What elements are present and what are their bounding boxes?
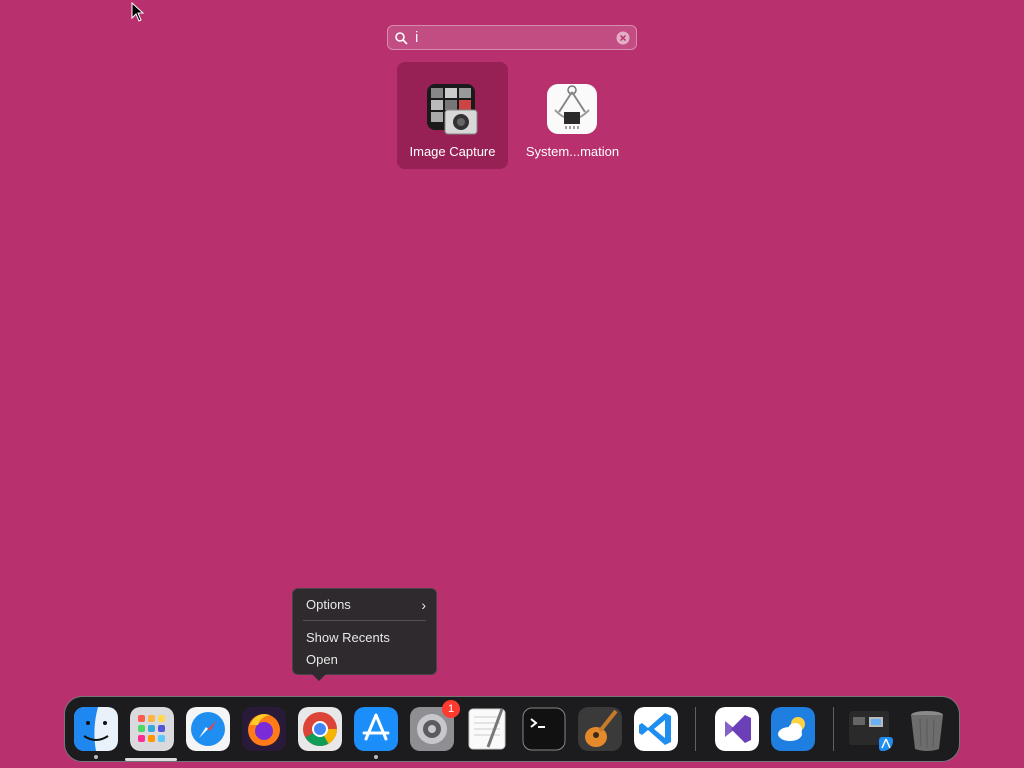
dock-divider [695,707,696,751]
chrome-icon[interactable] [298,707,342,751]
chevron-right-icon: › [421,597,426,613]
clear-search-icon[interactable] [616,31,630,45]
dock: 1 [64,696,960,762]
search-icon [395,32,408,45]
mouse-cursor [131,2,145,22]
visual-studio-icon[interactable] [715,707,759,751]
downloads-stack-icon[interactable] [849,707,893,751]
result-image-capture[interactable]: Image Capture [397,62,508,169]
menu-pointer [312,674,326,681]
terminal-icon[interactable] [522,707,566,751]
launchpad-search-field[interactable]: i [387,25,637,50]
menu-item-show-recents[interactable]: Show Recents [306,629,426,647]
menu-item-label: Options [306,597,351,612]
dock-context-menu: Options › Show Recents Open [292,588,437,681]
menu-separator [303,620,426,621]
menu-item-open[interactable]: Open [306,651,426,669]
running-indicator [94,755,98,759]
firefox-icon[interactable] [242,707,286,751]
launchpad-active-indicator [125,758,177,761]
menu-item-options[interactable]: Options › [306,596,426,614]
system-settings-app[interactable]: 1 [410,700,460,751]
system-information-icon [547,84,597,134]
result-label: Image Capture [409,144,496,159]
result-label: System...mation [525,144,620,159]
garageband-icon[interactable] [578,707,622,751]
search-query: i [415,29,419,46]
image-capture-icon [427,84,478,135]
finder-icon[interactable] [74,707,118,751]
app-store-icon[interactable] [354,707,398,751]
notification-badge: 1 [442,700,460,718]
vscode-icon[interactable] [634,707,678,751]
result-system-information[interactable]: System...mation [517,62,628,169]
safari-icon[interactable] [186,707,230,751]
launchpad-icon[interactable] [130,707,174,751]
dock-divider [833,707,834,751]
running-indicator [374,755,378,759]
trash-icon[interactable] [905,707,949,751]
weather-icon[interactable] [771,707,815,751]
textedit-icon[interactable] [466,707,510,751]
